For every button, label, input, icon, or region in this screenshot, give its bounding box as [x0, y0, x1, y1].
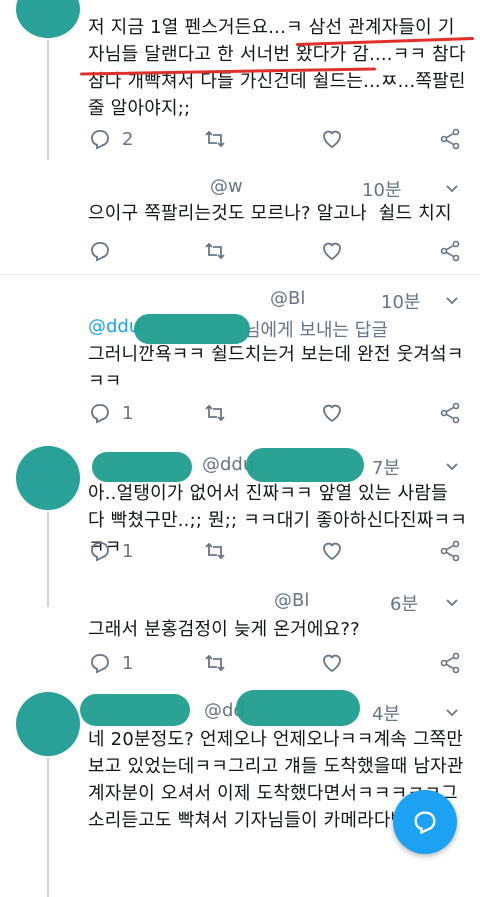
thread-line — [47, 40, 49, 160]
reply-icon — [91, 542, 109, 562]
chevron-down-icon[interactable] — [446, 295, 458, 307]
like-button[interactable] — [320, 236, 344, 266]
tweet-actions — [88, 236, 468, 266]
retweet-icon — [205, 242, 225, 260]
share-icon — [440, 402, 460, 424]
thread-line — [47, 758, 49, 897]
retweet-icon — [205, 404, 225, 422]
retweet-icon — [205, 654, 225, 672]
share-icon — [440, 240, 460, 262]
heart-icon — [323, 542, 341, 561]
retweet-button[interactable] — [203, 648, 227, 678]
reply-count: 1 — [122, 652, 134, 674]
tweet-actions: 2 — [88, 124, 468, 154]
reply-button[interactable]: 1 — [88, 398, 133, 428]
like-button[interactable] — [320, 124, 344, 154]
tweet-text: 저 지금 1열 펜스거든요...ㅋ 삼선 관계자들이 기자님들 달랜다고 한 서… — [88, 17, 466, 119]
tweet-text: 그러니깐욕ㅋㅋ 쉴드치는거 보는데 완전 웃겨섴ㅋㅋㅋ — [88, 344, 464, 392]
tweet-handle[interactable]: @Bl — [270, 288, 305, 309]
heart-icon — [323, 242, 341, 261]
reply-button[interactable] — [88, 236, 112, 266]
like-button[interactable] — [320, 648, 344, 678]
share-icon — [440, 540, 460, 562]
tweet-handle[interactable]: @w — [210, 176, 243, 197]
divider — [0, 274, 480, 275]
retweet-icon — [205, 542, 225, 560]
chevron-down-icon[interactable] — [446, 597, 458, 609]
heart-icon — [323, 130, 341, 149]
reply-icon — [91, 242, 109, 262]
retweet-button[interactable] — [203, 124, 227, 154]
chevron-down-icon[interactable] — [446, 461, 458, 473]
tweet-time: 10분 — [362, 180, 402, 201]
avatar[interactable] — [16, 0, 80, 38]
tweet-text: 그래서 분홍검정이 늦게 온거에요?? — [88, 619, 360, 640]
reply-count: 1 — [122, 540, 134, 562]
reply-to-label: 님에게 보내는 답글 — [244, 320, 388, 341]
chevron-down-icon[interactable] — [446, 183, 458, 195]
reply-button[interactable]: 1 — [88, 536, 133, 566]
share-button[interactable] — [438, 236, 462, 266]
like-button[interactable] — [320, 398, 344, 428]
replying-to-suffix: 님에게 보내는 답글 — [244, 316, 388, 342]
tweet-text: 으이구 쪽팔리는것도 모르나? 알고나 쉴드 치지 — [88, 203, 452, 224]
reply-button[interactable]: 1 — [88, 648, 133, 678]
replying-to: @ddu — [88, 316, 140, 337]
compose-reply-icon — [414, 811, 436, 835]
tweet-handle[interactable]: @Bl — [274, 590, 309, 611]
tweet-actions: 1 — [88, 536, 468, 566]
like-button[interactable] — [320, 536, 344, 566]
share-icon — [440, 128, 460, 150]
heart-icon — [323, 404, 341, 423]
reply-count: 1 — [122, 402, 134, 424]
heart-icon — [323, 654, 341, 673]
reply-count: 2 — [122, 128, 134, 150]
reply-icon — [91, 404, 109, 424]
share-button[interactable] — [438, 398, 462, 428]
redaction — [246, 448, 364, 482]
tweet-time: 7분 — [372, 458, 401, 479]
avatar[interactable] — [16, 692, 80, 756]
tweet-actions: 1 — [88, 398, 468, 428]
redaction — [134, 314, 250, 344]
avatar[interactable] — [16, 446, 80, 510]
tweet-actions: 1 — [88, 648, 468, 678]
reply-icon — [91, 654, 109, 674]
chevron-down-icon[interactable] — [446, 707, 458, 719]
reply-icon — [91, 130, 109, 150]
retweet-button[interactable] — [203, 398, 227, 428]
tweet-time: 6분 — [390, 594, 419, 615]
share-button[interactable] — [438, 124, 462, 154]
redaction — [236, 690, 360, 726]
thread-line — [47, 512, 49, 607]
redaction — [92, 452, 192, 482]
retweet-button[interactable] — [203, 536, 227, 566]
reply-button[interactable]: 2 — [88, 124, 133, 154]
share-button[interactable] — [438, 536, 462, 566]
compose-reply-button[interactable] — [393, 790, 457, 854]
tweet-time: 4분 — [372, 704, 401, 725]
retweet-icon — [205, 130, 225, 148]
share-button[interactable] — [438, 648, 462, 678]
share-icon — [440, 652, 460, 674]
reply-mention[interactable]: @ddu — [88, 316, 140, 337]
redaction — [80, 694, 190, 726]
retweet-button[interactable] — [203, 236, 227, 266]
tweet-time: 10분 — [381, 292, 421, 313]
